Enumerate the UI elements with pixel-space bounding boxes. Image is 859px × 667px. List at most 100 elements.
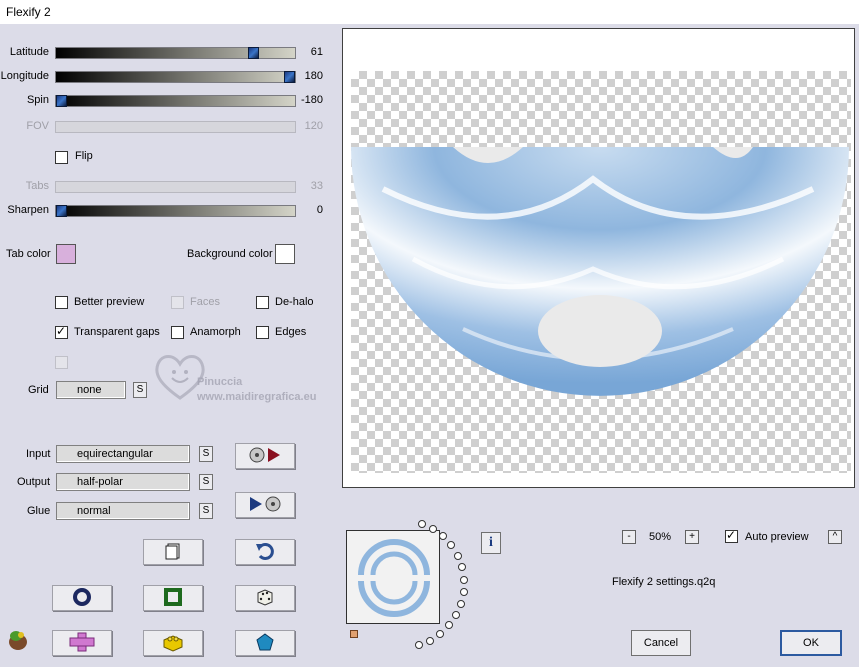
auto-preview-checkbox[interactable]: ✓ bbox=[725, 528, 738, 543]
collapse-button[interactable]: ^ bbox=[828, 530, 842, 544]
progress-dot bbox=[460, 576, 468, 584]
pink-cross-icon bbox=[68, 632, 96, 655]
progress-dot bbox=[426, 637, 434, 645]
edges-label: Edges bbox=[275, 326, 307, 338]
cross-button[interactable] bbox=[52, 630, 112, 656]
ring-icon bbox=[72, 587, 92, 610]
better-preview-checkbox[interactable] bbox=[55, 296, 68, 309]
input-label: Input bbox=[26, 448, 51, 460]
random-button[interactable] bbox=[235, 585, 295, 611]
check-mark-icon: ✓ bbox=[56, 324, 67, 338]
extra-checkbox[interactable] bbox=[55, 356, 68, 369]
faces-checkbox[interactable] bbox=[171, 296, 184, 309]
dialog-body: Latitude 61 Longitude 180 Spin -180 FOV 120 Tabs… bbox=[0, 24, 859, 667]
flip-checkbox[interactable] bbox=[55, 151, 68, 164]
glue-s-button[interactable]: S bbox=[199, 503, 213, 519]
nav-handle-icon[interactable] bbox=[350, 630, 358, 638]
output-select[interactable]: half-polar bbox=[56, 473, 190, 491]
anamorph-label: Anamorph bbox=[190, 326, 241, 338]
copy-button[interactable] bbox=[143, 539, 203, 565]
progress-dot bbox=[460, 588, 468, 596]
anamorph-checkbox[interactable] bbox=[171, 326, 184, 339]
disc-play-icon bbox=[248, 446, 282, 467]
progress-dot bbox=[457, 600, 465, 608]
better-preview-label: Better preview bbox=[74, 296, 145, 308]
latitude-label: Latitude bbox=[9, 46, 49, 58]
progress-dot bbox=[445, 621, 453, 629]
progress-dot bbox=[436, 630, 444, 638]
pentagon-button[interactable] bbox=[235, 630, 295, 656]
progress-dot bbox=[429, 525, 437, 533]
thumbnail-navigator[interactable] bbox=[346, 530, 440, 624]
tab-color-swatch[interactable] bbox=[56, 244, 76, 264]
output-value: half-polar bbox=[77, 476, 123, 488]
spin-label: Spin bbox=[26, 94, 49, 106]
spin-slider-thumb[interactable] bbox=[56, 95, 67, 107]
latitude-slider-thumb[interactable] bbox=[248, 47, 259, 59]
glue-label: Glue bbox=[27, 505, 51, 517]
fov-value: 120 bbox=[304, 120, 323, 132]
brick-button[interactable] bbox=[143, 630, 203, 656]
window-title: Flexify 2 bbox=[6, 5, 51, 19]
sharpen-label: Sharpen bbox=[7, 204, 49, 216]
flip-label: Flip bbox=[75, 150, 93, 162]
auto-preview-label: Auto preview bbox=[745, 531, 809, 543]
transparent-gaps-checkbox[interactable]: ✓ bbox=[55, 324, 68, 339]
de-halo-checkbox[interactable] bbox=[256, 296, 269, 309]
tabs-value: 33 bbox=[310, 180, 323, 192]
grid-select[interactable]: none bbox=[56, 381, 126, 399]
tabs-slider[interactable] bbox=[55, 181, 296, 193]
zoom-in-button[interactable]: + bbox=[685, 530, 699, 544]
longitude-value: 180 bbox=[304, 70, 323, 82]
title-bar: Flexify 2 bbox=[0, 0, 859, 24]
square-frame-icon bbox=[163, 587, 183, 610]
dice-icon bbox=[255, 587, 275, 610]
spin-value: -180 bbox=[300, 94, 323, 106]
grid-value: none bbox=[77, 384, 102, 396]
blue-pentagon-icon bbox=[255, 632, 275, 655]
edges-checkbox[interactable] bbox=[256, 326, 269, 339]
info-button[interactable]: i bbox=[481, 532, 501, 554]
progress-dot bbox=[447, 541, 455, 549]
input-select[interactable]: equirectangular bbox=[56, 445, 190, 463]
latitude-value: 61 bbox=[310, 46, 323, 58]
frame-button[interactable] bbox=[143, 585, 203, 611]
document-icon bbox=[164, 542, 182, 563]
settings-filename: Flexify 2 settings.q2q bbox=[612, 576, 716, 588]
background-color-swatch[interactable] bbox=[275, 244, 295, 264]
preview-canvas[interactable] bbox=[342, 28, 855, 488]
play-disc-icon bbox=[248, 495, 282, 516]
undo-button[interactable] bbox=[235, 539, 295, 565]
glue-select[interactable]: normal bbox=[56, 502, 190, 520]
input-load-button[interactable] bbox=[235, 443, 295, 469]
watermark-name: Pinuccia bbox=[197, 376, 243, 388]
undo-arrow-icon bbox=[255, 542, 275, 563]
fov-slider[interactable] bbox=[55, 121, 296, 133]
progress-dot bbox=[454, 552, 462, 560]
fov-label: FOV bbox=[26, 120, 49, 132]
yellow-brick-icon bbox=[162, 632, 184, 655]
ok-button[interactable]: OK bbox=[780, 630, 842, 656]
latitude-slider[interactable] bbox=[55, 47, 296, 59]
cancel-button[interactable]: Cancel bbox=[631, 630, 691, 656]
spin-slider[interactable] bbox=[55, 95, 296, 107]
sharpen-slider-thumb[interactable] bbox=[56, 205, 67, 217]
progress-dot bbox=[418, 520, 426, 528]
progress-dot bbox=[439, 532, 447, 540]
zoom-out-button[interactable]: - bbox=[622, 530, 636, 544]
zoom-level: 50% bbox=[649, 531, 672, 543]
input-value: equirectangular bbox=[77, 448, 153, 460]
thumbnail-image bbox=[347, 531, 439, 623]
output-s-button[interactable]: S bbox=[199, 474, 213, 490]
plugin-logo-icon bbox=[6, 628, 30, 655]
ring-button[interactable] bbox=[52, 585, 112, 611]
progress-dot bbox=[415, 641, 423, 649]
sharpen-slider[interactable] bbox=[55, 205, 296, 217]
progress-dot bbox=[458, 563, 466, 571]
grid-label: Grid bbox=[28, 384, 49, 396]
longitude-slider[interactable] bbox=[55, 71, 296, 83]
output-save-button[interactable] bbox=[235, 492, 295, 518]
tab-color-label: Tab color bbox=[6, 248, 51, 260]
input-s-button[interactable]: S bbox=[199, 446, 213, 462]
grid-s-button[interactable]: S bbox=[133, 382, 147, 398]
